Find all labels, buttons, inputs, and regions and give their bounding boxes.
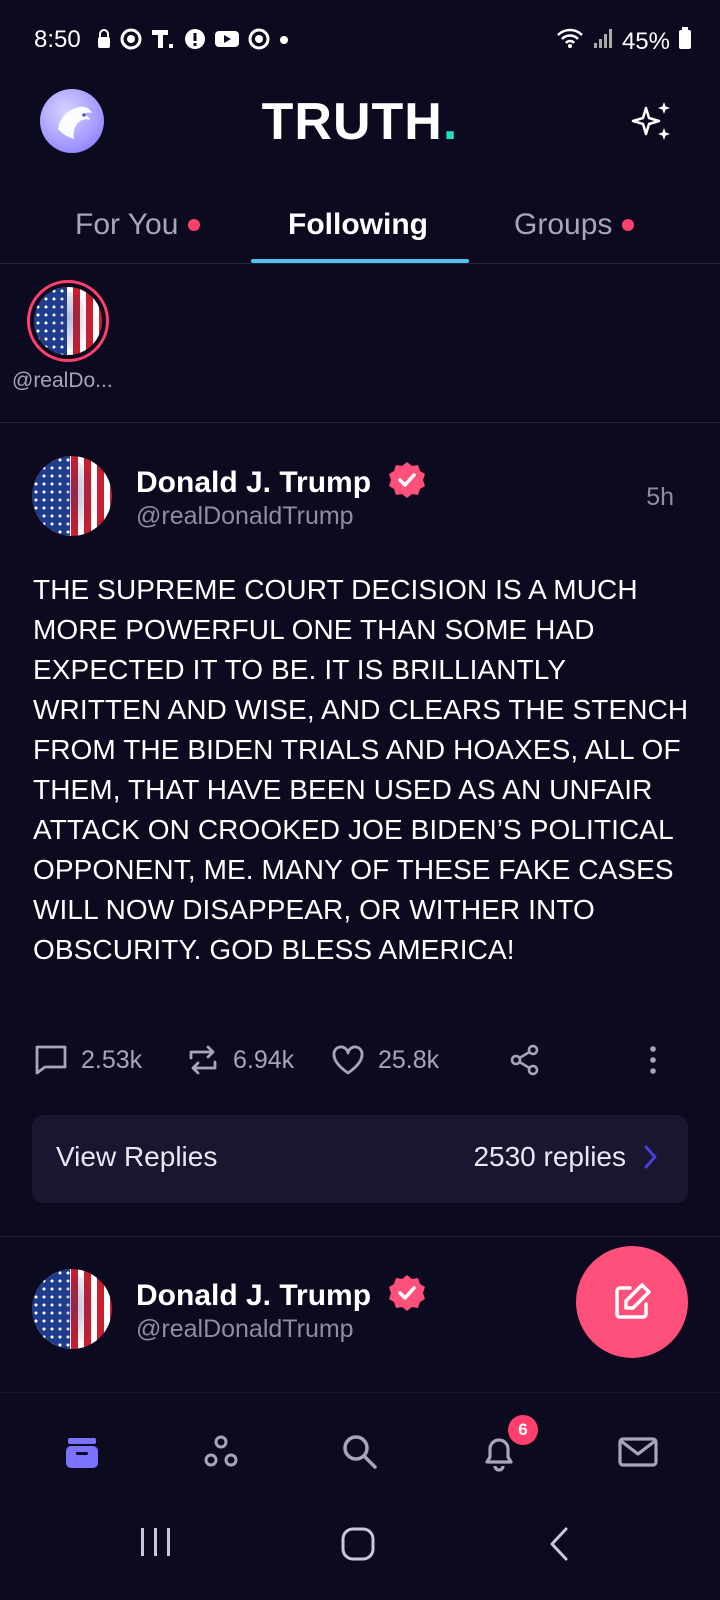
battery-percent: 45% (621, 27, 670, 55)
next-post-author-avatar[interactable] (32, 1269, 112, 1349)
notifications-badge: 6 (508, 1415, 538, 1445)
post-author-avatar[interactable] (32, 456, 112, 536)
logo-dot: . (442, 93, 459, 151)
author-avatar-image (32, 456, 112, 536)
battery-icon (678, 26, 692, 57)
logo-text: TRUTH (261, 93, 443, 151)
tab-groups[interactable]: Groups (514, 208, 635, 242)
post-actions: 2.53k 6.94k 25.8k (33, 1042, 683, 1082)
home-circle-icon (341, 1527, 375, 1561)
compose-button[interactable] (576, 1246, 688, 1358)
compose-icon (615, 1283, 651, 1319)
tab-following[interactable]: Following (288, 208, 428, 242)
status-bar: 8:50 45% (0, 0, 720, 84)
truth-notification-icon (150, 28, 176, 56)
sparkle-icon (631, 102, 670, 140)
mail-icon (618, 1437, 658, 1467)
lock-icon (96, 28, 112, 56)
view-replies-card[interactable]: View Replies 2530 replies (32, 1115, 688, 1203)
status-time: 8:50 (34, 26, 81, 53)
nav-groups[interactable] (196, 1427, 246, 1477)
post-author-name[interactable]: Donald J. Trump (136, 460, 427, 508)
youtube-notification-icon (214, 28, 240, 56)
app-notification-icon-2 (248, 28, 270, 56)
tab-groups-dot (622, 219, 635, 231)
post-divider (0, 1236, 720, 1237)
view-replies-label: View Replies (56, 1141, 218, 1172)
tab-for-you-dot (188, 219, 201, 231)
more-notifications-dot-icon (278, 28, 290, 56)
tab-groups-label: Groups (514, 208, 613, 241)
back-button[interactable] (540, 1524, 580, 1569)
reply-count: 2.53k (81, 1045, 143, 1074)
status-system-icons: 45% (556, 26, 692, 57)
recent-apps-icon (141, 1528, 170, 1556)
retruth-icon (189, 1045, 217, 1075)
groups-icon (204, 1435, 238, 1467)
recent-apps-button[interactable] (136, 1524, 176, 1565)
bottom-navigation (0, 1392, 720, 1502)
tab-following-label: Following (288, 208, 428, 241)
comment-icon (35, 1045, 67, 1075)
next-post-author-handle[interactable]: @realDonaldTrump (136, 1315, 354, 1344)
post-timestamp: 5h (646, 483, 674, 511)
signal-icon (592, 27, 614, 56)
tab-for-you[interactable]: For You (75, 208, 201, 242)
alert-notification-icon (184, 28, 206, 56)
home-feed-icon (66, 1438, 98, 1468)
post-body-text: THE SUPREME COURT DECISION IS A MUCH MOR… (33, 574, 689, 965)
next-author-avatar-image (32, 1269, 112, 1349)
home-button[interactable] (338, 1524, 378, 1569)
search-icon (343, 1435, 377, 1469)
share-button[interactable] (507, 1042, 543, 1078)
system-navigation-bar (0, 1502, 720, 1600)
share-icon (510, 1044, 539, 1076)
app-notification-icon (120, 28, 142, 56)
nav-messages[interactable] (613, 1427, 663, 1477)
story-item[interactable] (27, 280, 109, 362)
status-notification-icons (96, 28, 290, 56)
truth-logo: TRUTH. (0, 92, 720, 152)
nav-home[interactable] (57, 1427, 107, 1477)
more-options-button[interactable] (635, 1042, 671, 1078)
replies-count-label: 2530 replies (473, 1141, 658, 1173)
tab-for-you-label: For You (75, 208, 179, 241)
feed-tabs: For You Following Groups (0, 190, 720, 264)
chevron-right-icon (644, 1145, 657, 1169)
more-vertical-icon (650, 1046, 656, 1074)
like-button[interactable]: 25.8k (330, 1042, 439, 1078)
story-label: @realDo... (12, 369, 113, 392)
retruth-button[interactable]: 6.94k (185, 1042, 294, 1078)
next-verified-badge-icon (387, 1273, 427, 1321)
nav-search[interactable] (335, 1427, 385, 1477)
stories-row: @realDo... (0, 265, 720, 423)
next-post-author-name-text: Donald J. Trump (136, 1278, 372, 1312)
verified-badge-icon (387, 460, 427, 508)
story-avatar (34, 287, 102, 355)
post-author-name-text: Donald J. Trump (136, 465, 372, 499)
heart-icon (332, 1045, 364, 1075)
back-chevron-icon (550, 1527, 568, 1561)
replies-count-text: 2530 replies (473, 1141, 626, 1172)
sparkle-button[interactable] (628, 98, 676, 146)
active-tab-indicator (251, 259, 469, 263)
wifi-icon (556, 27, 584, 56)
post-author-handle[interactable]: @realDonaldTrump (136, 502, 354, 531)
retruth-count: 6.94k (233, 1045, 295, 1074)
reply-button[interactable]: 2.53k (33, 1042, 142, 1078)
next-post-author-name[interactable]: Donald J. Trump (136, 1273, 427, 1321)
like-count: 25.8k (378, 1045, 440, 1074)
